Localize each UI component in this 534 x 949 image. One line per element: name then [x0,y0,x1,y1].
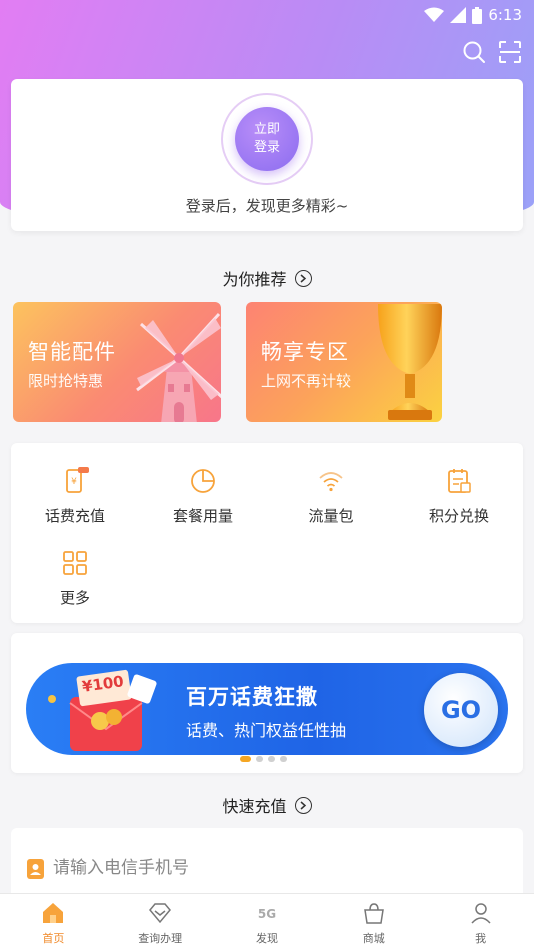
login-hint: 登录后，发现更多精彩~ [185,197,349,215]
5g-icon: 5G [258,907,276,921]
home-icon [43,903,64,923]
user-icon [471,903,491,924]
tab-label: 商城 [362,932,385,945]
svg-text:5G: 5G [258,907,276,921]
svg-text:¥: ¥ [71,477,77,487]
menu-label: 更多 [59,589,90,607]
carousel-dot[interactable] [268,756,275,762]
carousel-dot[interactable] [256,756,263,762]
wifi-signal-icon [424,7,445,22]
wifi-icon [319,472,343,492]
promo-smart-accessories[interactable]: 智能配件 限时抢特惠 [13,302,221,422]
recommend-title: 为你推荐 [222,270,287,289]
tab-mall[interactable]: 商城 [320,894,427,949]
tab-discover[interactable]: 5G 发现 [214,894,321,949]
carousel-dot[interactable] [240,756,251,762]
menu-item-more[interactable]: 更多 [11,549,139,608]
tab-query[interactable]: 查询办理 [107,894,214,949]
banner-title: 百万话费狂撒 [186,685,318,709]
cellular-signal-icon [450,7,467,23]
promo-enjoy-zone[interactable]: 畅享专区 上网不再计较 [246,302,442,422]
menu-item-plan-usage[interactable]: 套餐用量 [139,467,267,526]
trophy-icon [378,304,442,420]
chevron-right-icon [294,269,312,287]
grid-icon [63,551,87,575]
menu-label: 套餐用量 [172,507,233,525]
diamond-icon [149,903,172,924]
shopping-bag-icon [363,903,384,924]
promo-subtitle: 限时抢特惠 [28,372,104,390]
login-button-line2: 登录 [253,140,280,155]
service-menu: ¥ 话费充值 套餐用量 流量包 积分兑换 更多 [11,443,523,623]
tab-label: 我 [475,932,487,945]
status-bar: 6:13 [0,0,534,30]
menu-label: 流量包 [308,507,354,525]
quick-recharge-title: 快速充值 [222,797,287,816]
login-ring: 立即 登录 [221,93,313,185]
login-button-line1: 立即 [253,122,280,137]
recommend-header[interactable]: 为你推荐 [0,266,534,290]
top-actions [462,40,522,64]
menu-item-data-pack[interactable]: 流量包 [267,467,395,526]
scan-icon[interactable] [498,40,522,64]
bottom-tab-bar: 首页 查询办理 5G 发现 商城 我 [0,893,534,949]
tab-me[interactable]: 我 [427,894,534,949]
banner-carousel: ¥100 百万话费狂撒 话费、热门权益任性抽 GO [11,633,523,773]
contact-icon[interactable] [27,859,44,879]
pie-chart-icon [191,469,215,493]
battery-icon [472,6,483,24]
phone-number-input[interactable] [53,853,493,883]
promo-title: 智能配件 [28,340,116,364]
tab-label: 查询办理 [138,932,183,945]
status-time: 6:13 [488,6,522,24]
promo-banner[interactable]: ¥100 百万话费狂撒 话费、热门权益任性抽 GO [26,663,508,755]
carousel-dots [240,756,287,762]
go-button[interactable]: GO [424,673,498,747]
windmill-icon [136,312,221,422]
quick-recharge-header[interactable]: 快速充值 [0,793,534,817]
points-exchange-icon [448,469,471,493]
menu-label: 积分兑换 [428,507,489,525]
banner-subtitle: 话费、热门权益任性抽 [186,721,347,740]
menu-item-points[interactable]: 积分兑换 [395,467,523,526]
tab-label: 首页 [42,932,65,945]
promo-subtitle: 上网不再计较 [261,372,352,390]
carousel-dot[interactable] [280,756,287,762]
menu-label: 话费充值 [44,507,105,525]
login-card: 立即 登录 登录后，发现更多精彩~ [11,79,523,231]
phone-recharge-icon: ¥ [66,467,89,493]
promo-title: 畅享专区 [261,340,349,364]
search-icon[interactable] [462,40,486,64]
tab-home[interactable]: 首页 [0,894,107,949]
menu-item-recharge[interactable]: ¥ 话费充值 [11,467,139,526]
login-button[interactable]: 立即 登录 [235,107,299,171]
tab-label: 发现 [255,932,278,945]
chevron-right-icon [294,796,312,814]
